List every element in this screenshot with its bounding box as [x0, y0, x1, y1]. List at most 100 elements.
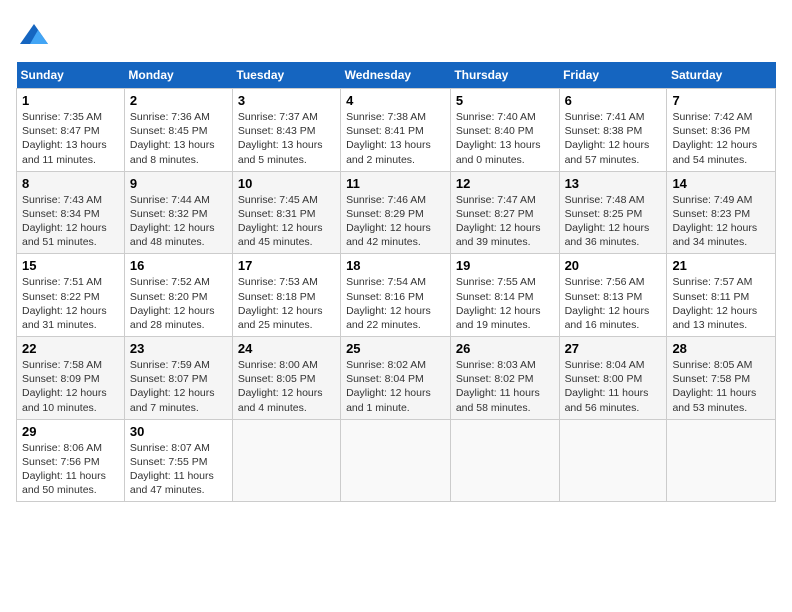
calendar-cell: 17 Sunrise: 7:53 AM Sunset: 8:18 PM Dayli… [232, 254, 340, 337]
day-info: Sunrise: 8:02 AM Sunset: 8:04 PM Dayligh… [346, 358, 445, 415]
day-number: 1 [22, 93, 119, 108]
day-info: Sunrise: 7:37 AM Sunset: 8:43 PM Dayligh… [238, 110, 335, 167]
day-number: 29 [22, 424, 119, 439]
day-info: Sunrise: 7:47 AM Sunset: 8:27 PM Dayligh… [456, 193, 554, 250]
calendar-cell: 13Sunrise: 7:48 AM Sunset: 8:25 PM Dayli… [559, 171, 667, 254]
day-number: 14 [672, 176, 770, 191]
week-row-3: 15 Sunrise: 7:51 AM Sunset: 8:22 PM Dayli… [17, 254, 776, 337]
day-info: Sunrise: 7:53 AM Sunset: 8:18 PM Dayligh… [238, 275, 335, 332]
week-row-4: 22 Sunrise: 7:58 AM Sunset: 8:09 PM Dayli… [17, 337, 776, 420]
day-number: 24 [238, 341, 335, 356]
calendar-cell [559, 419, 667, 502]
day-number: 17 [238, 258, 335, 273]
day-info: Sunrise: 8:04 AM Sunset: 8:00 PM Dayligh… [565, 358, 662, 415]
calendar-cell: 30Sunrise: 8:07 AM Sunset: 7:55 PM Dayli… [124, 419, 232, 502]
day-number: 23 [130, 341, 227, 356]
col-header-wednesday: Wednesday [341, 62, 451, 89]
col-header-tuesday: Tuesday [232, 62, 340, 89]
day-number: 21 [672, 258, 770, 273]
day-info: Sunrise: 7:35 AM Sunset: 8:47 PM Dayligh… [22, 110, 119, 167]
day-info: Sunrise: 7:49 AM Sunset: 8:23 PM Dayligh… [672, 193, 770, 250]
day-number: 2 [130, 93, 227, 108]
week-row-5: 29 Sunrise: 8:06 AM Sunset: 7:56 PM Dayli… [17, 419, 776, 502]
day-number: 11 [346, 176, 445, 191]
calendar-cell: 28 Sunrise: 8:05 AM Sunset: 7:58 PM Dayli… [667, 337, 776, 420]
day-info: Sunrise: 7:38 AM Sunset: 8:41 PM Dayligh… [346, 110, 445, 167]
day-info: Sunrise: 7:56 AM Sunset: 8:13 PM Dayligh… [565, 275, 662, 332]
day-number: 20 [565, 258, 662, 273]
calendar-cell: 15 Sunrise: 7:51 AM Sunset: 8:22 PM Dayli… [17, 254, 125, 337]
day-info: Sunrise: 7:41 AM Sunset: 8:38 PM Dayligh… [565, 110, 662, 167]
calendar-cell [667, 419, 776, 502]
day-info: Sunrise: 7:42 AM Sunset: 8:36 PM Dayligh… [672, 110, 770, 167]
calendar-cell: 10 Sunrise: 7:45 AM Sunset: 8:31 PM Dayli… [232, 171, 340, 254]
calendar-cell: 7 Sunrise: 7:42 AM Sunset: 8:36 PM Daylig… [667, 89, 776, 172]
day-info: Sunrise: 7:51 AM Sunset: 8:22 PM Dayligh… [22, 275, 119, 332]
day-info: Sunrise: 7:45 AM Sunset: 8:31 PM Dayligh… [238, 193, 335, 250]
calendar-cell: 21 Sunrise: 7:57 AM Sunset: 8:11 PM Dayli… [667, 254, 776, 337]
day-number: 5 [456, 93, 554, 108]
day-number: 3 [238, 93, 335, 108]
calendar-cell: 22 Sunrise: 7:58 AM Sunset: 8:09 PM Dayli… [17, 337, 125, 420]
day-info: Sunrise: 8:06 AM Sunset: 7:56 PM Dayligh… [22, 441, 119, 498]
day-info: Sunrise: 8:03 AM Sunset: 8:02 PM Dayligh… [456, 358, 554, 415]
calendar-table: SundayMondayTuesdayWednesdayThursdayFrid… [16, 62, 776, 502]
day-number: 22 [22, 341, 119, 356]
day-info: Sunrise: 7:40 AM Sunset: 8:40 PM Dayligh… [456, 110, 554, 167]
calendar-cell: 8 Sunrise: 7:43 AM Sunset: 8:34 PM Daylig… [17, 171, 125, 254]
day-number: 19 [456, 258, 554, 273]
calendar-cell: 23 Sunrise: 7:59 AM Sunset: 8:07 PM Dayli… [124, 337, 232, 420]
calendar-cell: 6 Sunrise: 7:41 AM Sunset: 8:38 PM Daylig… [559, 89, 667, 172]
week-row-1: 1 Sunrise: 7:35 AM Sunset: 8:47 PM Daylig… [17, 89, 776, 172]
header-row: SundayMondayTuesdayWednesdayThursdayFrid… [17, 62, 776, 89]
day-number: 4 [346, 93, 445, 108]
day-number: 26 [456, 341, 554, 356]
col-header-friday: Friday [559, 62, 667, 89]
day-info: Sunrise: 7:43 AM Sunset: 8:34 PM Dayligh… [22, 193, 119, 250]
day-info: Sunrise: 8:07 AM Sunset: 7:55 PM Dayligh… [130, 441, 227, 498]
day-number: 16 [130, 258, 227, 273]
calendar-cell [232, 419, 340, 502]
calendar-cell: 11 Sunrise: 7:46 AM Sunset: 8:29 PM Dayli… [341, 171, 451, 254]
col-header-saturday: Saturday [667, 62, 776, 89]
calendar-cell: 3 Sunrise: 7:37 AM Sunset: 8:43 PM Daylig… [232, 89, 340, 172]
day-info: Sunrise: 7:54 AM Sunset: 8:16 PM Dayligh… [346, 275, 445, 332]
day-info: Sunrise: 8:00 AM Sunset: 8:05 PM Dayligh… [238, 358, 335, 415]
day-number: 15 [22, 258, 119, 273]
day-info: Sunrise: 7:55 AM Sunset: 8:14 PM Dayligh… [456, 275, 554, 332]
calendar-cell: 29 Sunrise: 8:06 AM Sunset: 7:56 PM Dayli… [17, 419, 125, 502]
day-info: Sunrise: 7:44 AM Sunset: 8:32 PM Dayligh… [130, 193, 227, 250]
day-info: Sunrise: 8:05 AM Sunset: 7:58 PM Dayligh… [672, 358, 770, 415]
calendar-cell: 16Sunrise: 7:52 AM Sunset: 8:20 PM Dayli… [124, 254, 232, 337]
calendar-cell: 27 Sunrise: 8:04 AM Sunset: 8:00 PM Dayli… [559, 337, 667, 420]
calendar-cell: 14 Sunrise: 7:49 AM Sunset: 8:23 PM Dayli… [667, 171, 776, 254]
day-number: 7 [672, 93, 770, 108]
day-info: Sunrise: 7:59 AM Sunset: 8:07 PM Dayligh… [130, 358, 227, 415]
calendar-cell: 1 Sunrise: 7:35 AM Sunset: 8:47 PM Daylig… [17, 89, 125, 172]
day-number: 25 [346, 341, 445, 356]
page-header [16, 16, 776, 52]
day-number: 27 [565, 341, 662, 356]
calendar-cell: 2 Sunrise: 7:36 AM Sunset: 8:45 PM Daylig… [124, 89, 232, 172]
calendar-cell: 26 Sunrise: 8:03 AM Sunset: 8:02 PM Dayli… [450, 337, 559, 420]
day-info: Sunrise: 7:36 AM Sunset: 8:45 PM Dayligh… [130, 110, 227, 167]
day-number: 10 [238, 176, 335, 191]
calendar-cell [450, 419, 559, 502]
calendar-cell: 12 Sunrise: 7:47 AM Sunset: 8:27 PM Dayli… [450, 171, 559, 254]
day-info: Sunrise: 7:57 AM Sunset: 8:11 PM Dayligh… [672, 275, 770, 332]
day-number: 13 [565, 176, 662, 191]
calendar-cell: 9Sunrise: 7:44 AM Sunset: 8:32 PM Daylig… [124, 171, 232, 254]
calendar-cell [341, 419, 451, 502]
day-info: Sunrise: 7:58 AM Sunset: 8:09 PM Dayligh… [22, 358, 119, 415]
day-number: 12 [456, 176, 554, 191]
day-info: Sunrise: 7:46 AM Sunset: 8:29 PM Dayligh… [346, 193, 445, 250]
calendar-cell: 5 Sunrise: 7:40 AM Sunset: 8:40 PM Daylig… [450, 89, 559, 172]
calendar-cell: 25 Sunrise: 8:02 AM Sunset: 8:04 PM Dayli… [341, 337, 451, 420]
calendar-cell: 24 Sunrise: 8:00 AM Sunset: 8:05 PM Dayli… [232, 337, 340, 420]
logo [16, 16, 56, 52]
day-number: 6 [565, 93, 662, 108]
col-header-sunday: Sunday [17, 62, 125, 89]
day-number: 28 [672, 341, 770, 356]
week-row-2: 8 Sunrise: 7:43 AM Sunset: 8:34 PM Daylig… [17, 171, 776, 254]
day-number: 8 [22, 176, 119, 191]
